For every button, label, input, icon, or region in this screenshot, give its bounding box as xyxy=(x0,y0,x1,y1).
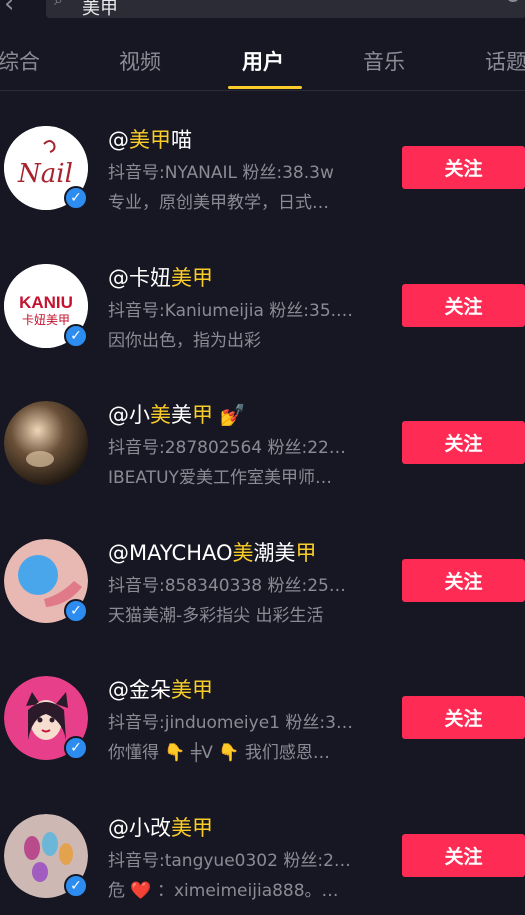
user-list: Nail ✓ @美甲喵 抖音号:NYANAIL 粉丝:38.3w 专业，原创美甲… xyxy=(0,90,525,915)
tab-bar: 综合 视频 用户 音乐 话题 xyxy=(0,24,525,91)
follow-button[interactable]: 关注 xyxy=(402,559,525,602)
user-name[interactable]: @小改美甲 xyxy=(108,812,213,842)
verified-badge-icon: ✓ xyxy=(64,874,88,898)
list-item[interactable]: Nail ✓ @美甲喵 抖音号:NYANAIL 粉丝:38.3w 专业，原创美甲… xyxy=(0,90,525,228)
avatar[interactable] xyxy=(4,401,88,485)
verified-badge-icon: ✓ xyxy=(64,599,88,623)
list-item[interactable]: ✓ @小改美甲 抖音号:tangyue0302 粉丝:2… 危 ❤️ ：xime… xyxy=(0,778,525,915)
search-input[interactable]: ⌕ 美甲 xyxy=(46,0,525,18)
user-name[interactable]: @卡妞美甲 xyxy=(108,262,213,292)
svg-text:卡妞美甲: 卡妞美甲 xyxy=(22,313,70,327)
svg-text:Nail: Nail xyxy=(17,159,73,189)
verified-badge-icon: ✓ xyxy=(64,324,88,348)
search-icon: ⌕ xyxy=(54,0,63,10)
svg-text:KANIU: KANIU xyxy=(19,293,73,312)
user-description: IBEATUY爱美工作室美甲师… xyxy=(108,463,332,488)
list-item[interactable]: ✓ @金朵美甲 抖音号:jinduomeiye1 粉丝:3… 你懂得 👇 ╪V … xyxy=(0,640,525,778)
back-arrow-icon[interactable]: ‹ xyxy=(4,0,26,16)
tab-users[interactable]: 用户 xyxy=(242,46,284,76)
verified-badge-icon: ✓ xyxy=(64,186,88,210)
user-description: 天猫美潮-多彩指尖 出彩生活 xyxy=(108,601,324,626)
tab-music[interactable]: 音乐 xyxy=(363,46,405,76)
user-meta: 抖音号:tangyue0302 粉丝:2… xyxy=(108,846,351,871)
search-query: 美甲 xyxy=(82,0,118,20)
user-meta: 抖音号:jinduomeiye1 粉丝:3… xyxy=(108,708,353,733)
follow-button[interactable]: 关注 xyxy=(402,284,525,327)
user-name[interactable]: @美甲喵 xyxy=(108,124,192,154)
clear-icon[interactable] xyxy=(506,0,520,2)
verified-badge-icon: ✓ xyxy=(64,736,88,760)
list-item[interactable]: @小美美甲 💅 抖音号:287802564 粉丝:22… IBEATUY爱美工作… xyxy=(0,365,525,503)
user-meta: 抖音号:Kaniumeijia 粉丝:35.… xyxy=(108,296,353,321)
follow-button[interactable]: 关注 xyxy=(402,146,525,189)
user-meta: 抖音号:NYANAIL 粉丝:38.3w xyxy=(108,158,334,183)
user-name[interactable]: @金朵美甲 xyxy=(108,674,213,704)
follow-button[interactable]: 关注 xyxy=(402,834,525,877)
user-meta: 抖音号:287802564 粉丝:22… xyxy=(108,433,346,458)
tab-topics[interactable]: 话题 xyxy=(485,46,525,76)
user-description: 你懂得 👇 ╪V 👇 我们感恩… xyxy=(108,738,330,763)
user-name[interactable]: @小美美甲 💅 xyxy=(108,399,246,429)
user-meta: 抖音号:858340338 粉丝:25… xyxy=(108,571,346,596)
user-description: 因你出色，指为出彩 xyxy=(108,326,261,351)
user-description: 危 ❤️ ：ximeimeijia888。… xyxy=(108,876,339,901)
list-item[interactable]: KANIU 卡妞美甲 ✓ @卡妞美甲 抖音号:Kaniumeijia 粉丝:35… xyxy=(0,228,525,366)
top-bar: ‹ ⌕ 美甲 xyxy=(0,0,525,24)
tab-comprehensive[interactable]: 综合 xyxy=(0,46,40,76)
user-name[interactable]: @MAYCHAO美潮美甲 xyxy=(108,537,317,567)
active-tab-indicator xyxy=(228,86,302,89)
follow-button[interactable]: 关注 xyxy=(402,421,525,464)
user-description: 专业，原创美甲教学，日式… xyxy=(108,188,329,213)
follow-button[interactable]: 关注 xyxy=(402,696,525,739)
avatar-photo xyxy=(4,401,88,485)
list-item[interactable]: ✓ @MAYCHAO美潮美甲 抖音号:858340338 粉丝:25… 天猫美潮… xyxy=(0,503,525,641)
tab-videos[interactable]: 视频 xyxy=(119,46,161,76)
nail-polish-emoji-icon: 💅 xyxy=(213,403,246,427)
